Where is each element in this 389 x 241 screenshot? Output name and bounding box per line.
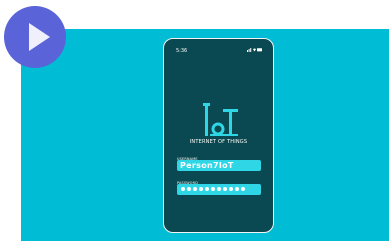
- signal-wifi-battery-icon: [247, 47, 263, 55]
- password-mask: [181, 187, 245, 192]
- phone-mockup: 5:36 INTERNET OF THINGS USERNAME Person7…: [163, 38, 274, 233]
- password-dot: [193, 187, 197, 191]
- password-dot: [235, 187, 239, 191]
- username-value: Person7IoT: [180, 161, 234, 170]
- password-dot: [223, 187, 227, 191]
- status-bar: 5:36: [164, 39, 273, 57]
- password-dot: [217, 187, 221, 191]
- password-dot: [241, 187, 245, 191]
- password-dot: [205, 187, 209, 191]
- play-icon: [29, 23, 50, 51]
- status-time: 5:36: [176, 48, 188, 54]
- password-field[interactable]: [177, 184, 261, 195]
- password-dot: [229, 187, 233, 191]
- password-dot: [211, 187, 215, 191]
- play-button[interactable]: [4, 6, 66, 68]
- password-dot: [199, 187, 203, 191]
- password-dot: [187, 187, 191, 191]
- username-field[interactable]: Person7IoT: [177, 160, 261, 171]
- brand-title: INTERNET OF THINGS: [189, 139, 248, 145]
- password-dot: [181, 187, 185, 191]
- iot-logo: [203, 103, 238, 137]
